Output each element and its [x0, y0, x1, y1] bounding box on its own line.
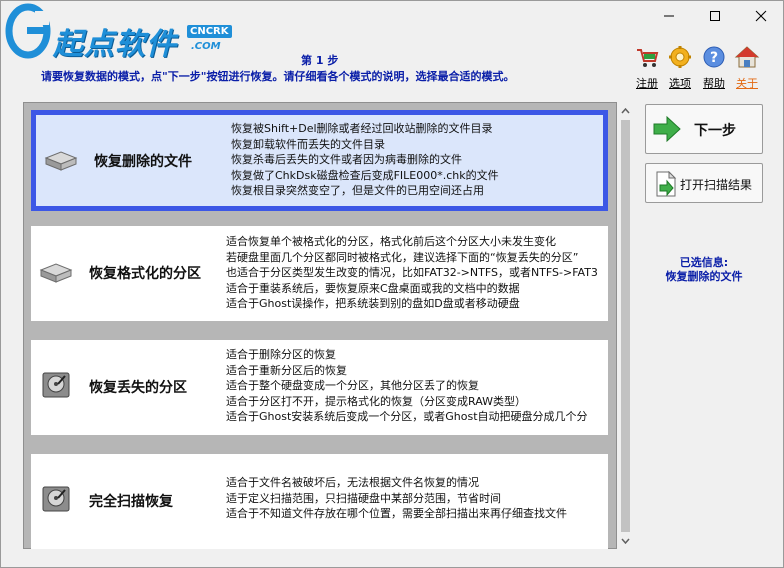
mode-item-full-scan[interactable]: 完全扫描恢复 适合于文件名被破坏后，无法根据文件名恢复的情况 适于定义扫描范围，…	[31, 454, 608, 549]
help-icon: ?	[703, 46, 725, 68]
next-step-label: 下一步	[694, 123, 736, 139]
toolbar-about-label: 关于	[736, 77, 758, 90]
toolbar-options-label: 选项	[669, 77, 691, 90]
mode-desc-line: 适合于Ghost安装系统后变成一个分区，或者Ghost自动把硬盘分成几个分	[226, 410, 588, 423]
gear-icon	[669, 46, 691, 68]
mode-desc-line: 恢复做了ChkDsk磁盘检查后变成FILE000*.chk的文件	[231, 168, 499, 182]
mode-name: 恢复丢失的分区	[89, 380, 187, 396]
maximize-button[interactable]	[692, 1, 738, 31]
mode-description: 适合恢复单个被格式化的分区，格式化前后这个分区大小未发生变化 若硬盘里面几个分区…	[226, 234, 608, 312]
open-scan-results-label: 打开扫描结果	[680, 178, 753, 192]
toolbar-register-label: 注册	[636, 77, 658, 90]
mode-name: 完全扫描恢复	[89, 494, 173, 510]
mode-desc-line: 若硬盘里面几个分区都同时被格式化，建议选择下面的“恢复丢失的分区”	[226, 250, 579, 264]
open-scan-results-button[interactable]: 打开扫描结果	[645, 163, 763, 203]
mode-description: 适合于文件名被破坏后，无法根据文件名恢复的情况 适于定义扫描范围，只扫描硬盘中某…	[226, 475, 608, 522]
scroll-thumb[interactable]	[621, 120, 630, 532]
mode-name: 恢复格式化的分区	[89, 266, 201, 282]
logo-badge: CNCRK .COM	[187, 25, 232, 57]
toolbar-options[interactable]: 选项	[666, 45, 694, 91]
next-step-button[interactable]: 下一步	[645, 104, 763, 154]
mode-desc-line: 适合恢复单个被格式化的分区，格式化前后这个分区大小未发生变化	[226, 235, 556, 248]
mode-desc-line: 适合于Ghost误操作，把系统装到别的盘如D盘或者移动硬盘	[226, 297, 520, 310]
step-title: 第 1 步	[301, 54, 339, 67]
step-instruction: 请要恢复数据的模式，点"下一步"按钮进行恢复。请仔细看各个模式的说明，选择最合适…	[41, 70, 515, 83]
logo-badge-top: CNCRK	[187, 25, 232, 38]
mode-desc-line: 恢复被Shift+Del删除或者经过回收站删除的文件目录	[231, 122, 493, 135]
mode-desc-line: 适合于重装系统后，要恢复原来C盘桌面或我的文档中的数据	[226, 281, 520, 295]
hdd-open-icon	[42, 486, 70, 512]
logo-badge-bottom: .COM	[191, 41, 221, 52]
logo-g-icon	[5, 3, 51, 59]
close-button[interactable]	[738, 1, 784, 31]
toolbar-help-label: 帮助	[703, 77, 725, 90]
mode-desc-line: 适合于文件名被破坏后，无法根据文件名恢复的情况	[226, 476, 479, 489]
toolbar-help[interactable]: ? 帮助	[700, 45, 728, 91]
mode-item-recover-formatted[interactable]: 恢复格式化的分区 适合恢复单个被格式化的分区，格式化前后这个分区大小未发生变化 …	[31, 226, 608, 321]
hdd-icon	[39, 263, 73, 283]
scroll-up-button[interactable]	[617, 102, 634, 119]
chevron-up-icon	[621, 107, 630, 113]
svg-text:?: ?	[710, 50, 718, 66]
mode-item-recover-deleted[interactable]: 恢复删除的文件 恢复被Shift+Del删除或者经过回收站删除的文件目录 恢复卸…	[31, 110, 608, 211]
toolbar-register[interactable]: 注册	[633, 45, 661, 91]
mode-desc-line: 适合于删除分区的恢复	[226, 348, 336, 361]
mode-item-recover-lost-partition[interactable]: 恢复丢失的分区 适合于删除分区的恢复 适合于重新分区后的恢复 适合于整个硬盘变成…	[31, 340, 608, 435]
mode-desc-line: 适合于不知道文件存放在哪个位置，需要全部扫描出来再仔细查找文件	[226, 507, 567, 520]
toolbar-about[interactable]: 关于	[733, 45, 761, 91]
maximize-icon	[710, 11, 720, 21]
mode-desc-line: 适合于整个硬盘变成一个分区，其他分区丢了的恢复	[226, 379, 479, 392]
mode-desc-line: 恢复根目录突然变空了，但是文件的已用空间还占用	[231, 184, 484, 197]
hdd-icon	[44, 151, 78, 171]
hdd-open-icon	[42, 372, 70, 398]
mode-description: 适合于删除分区的恢复 适合于重新分区后的恢复 适合于整个硬盘变成一个分区，其他分…	[226, 347, 608, 425]
arrow-right-icon	[653, 115, 681, 143]
chevron-down-icon	[621, 538, 630, 544]
app-logo: 起点软件 CNCRK .COM	[1, 1, 232, 62]
scroll-down-button[interactable]	[617, 532, 634, 549]
close-icon	[755, 10, 767, 22]
open-file-icon	[656, 171, 677, 197]
mode-desc-line: 也适合于分区类型发生改变的情况，比如FAT32->NTFS，或者NTFS->FA…	[226, 266, 598, 279]
mode-description: 恢复被Shift+Del删除或者经过回收站删除的文件目录 恢复卸载软件而丢失的文…	[231, 121, 613, 199]
mode-desc-line: 恢复卸载软件而丢失的文件目录	[231, 137, 385, 151]
minimize-icon	[664, 15, 674, 17]
mode-list-scrollbar[interactable]	[617, 102, 634, 549]
mode-desc-line: 适合于分区打不开，提示格式化的恢复（分区变成RAW类型）	[226, 394, 526, 408]
app-window: 起点软件 CNCRK .COM 第 1 步 请要恢复数据的模式，点"下一步"按钮…	[0, 0, 784, 568]
mode-desc-line: 适于定义扫描范围，只扫描硬盘中某部分范围，节省时间	[226, 491, 501, 505]
logo-text: 起点软件	[53, 27, 177, 62]
mode-desc-line: 恢复杀毒后丢失的文件或者因为病毒删除的文件	[231, 153, 462, 166]
cart-icon	[637, 49, 659, 67]
home-icon	[734, 46, 760, 68]
selected-info-value: 恢复删除的文件	[665, 270, 743, 283]
minimize-button[interactable]	[646, 1, 692, 31]
mode-name: 恢复删除的文件	[94, 154, 192, 170]
mode-desc-line: 适合于重新分区后的恢复	[226, 363, 347, 377]
